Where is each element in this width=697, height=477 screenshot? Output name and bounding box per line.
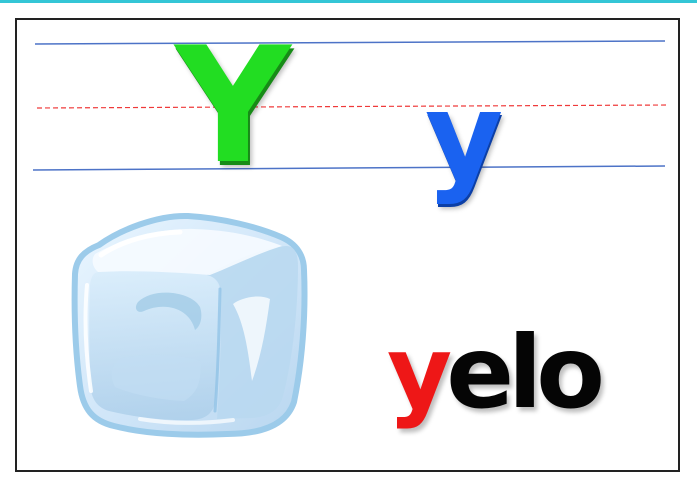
top-guide-line xyxy=(34,40,666,45)
ice-cube-icon xyxy=(71,212,308,438)
word-remaining-letters: elo xyxy=(446,314,605,431)
letter-card-screen: Y y yelo xyxy=(0,0,697,477)
baseline-guide-line xyxy=(32,165,666,171)
word-first-letter: y xyxy=(387,314,452,431)
middle-dashed-guide-line xyxy=(36,104,670,109)
handwriting-guide-lines xyxy=(32,40,670,171)
example-word: yelo xyxy=(387,323,605,423)
lowercase-letter: y xyxy=(425,68,504,207)
uppercase-letter: Y xyxy=(175,18,291,199)
alphabet-flashcard: Y y yelo xyxy=(15,18,680,472)
